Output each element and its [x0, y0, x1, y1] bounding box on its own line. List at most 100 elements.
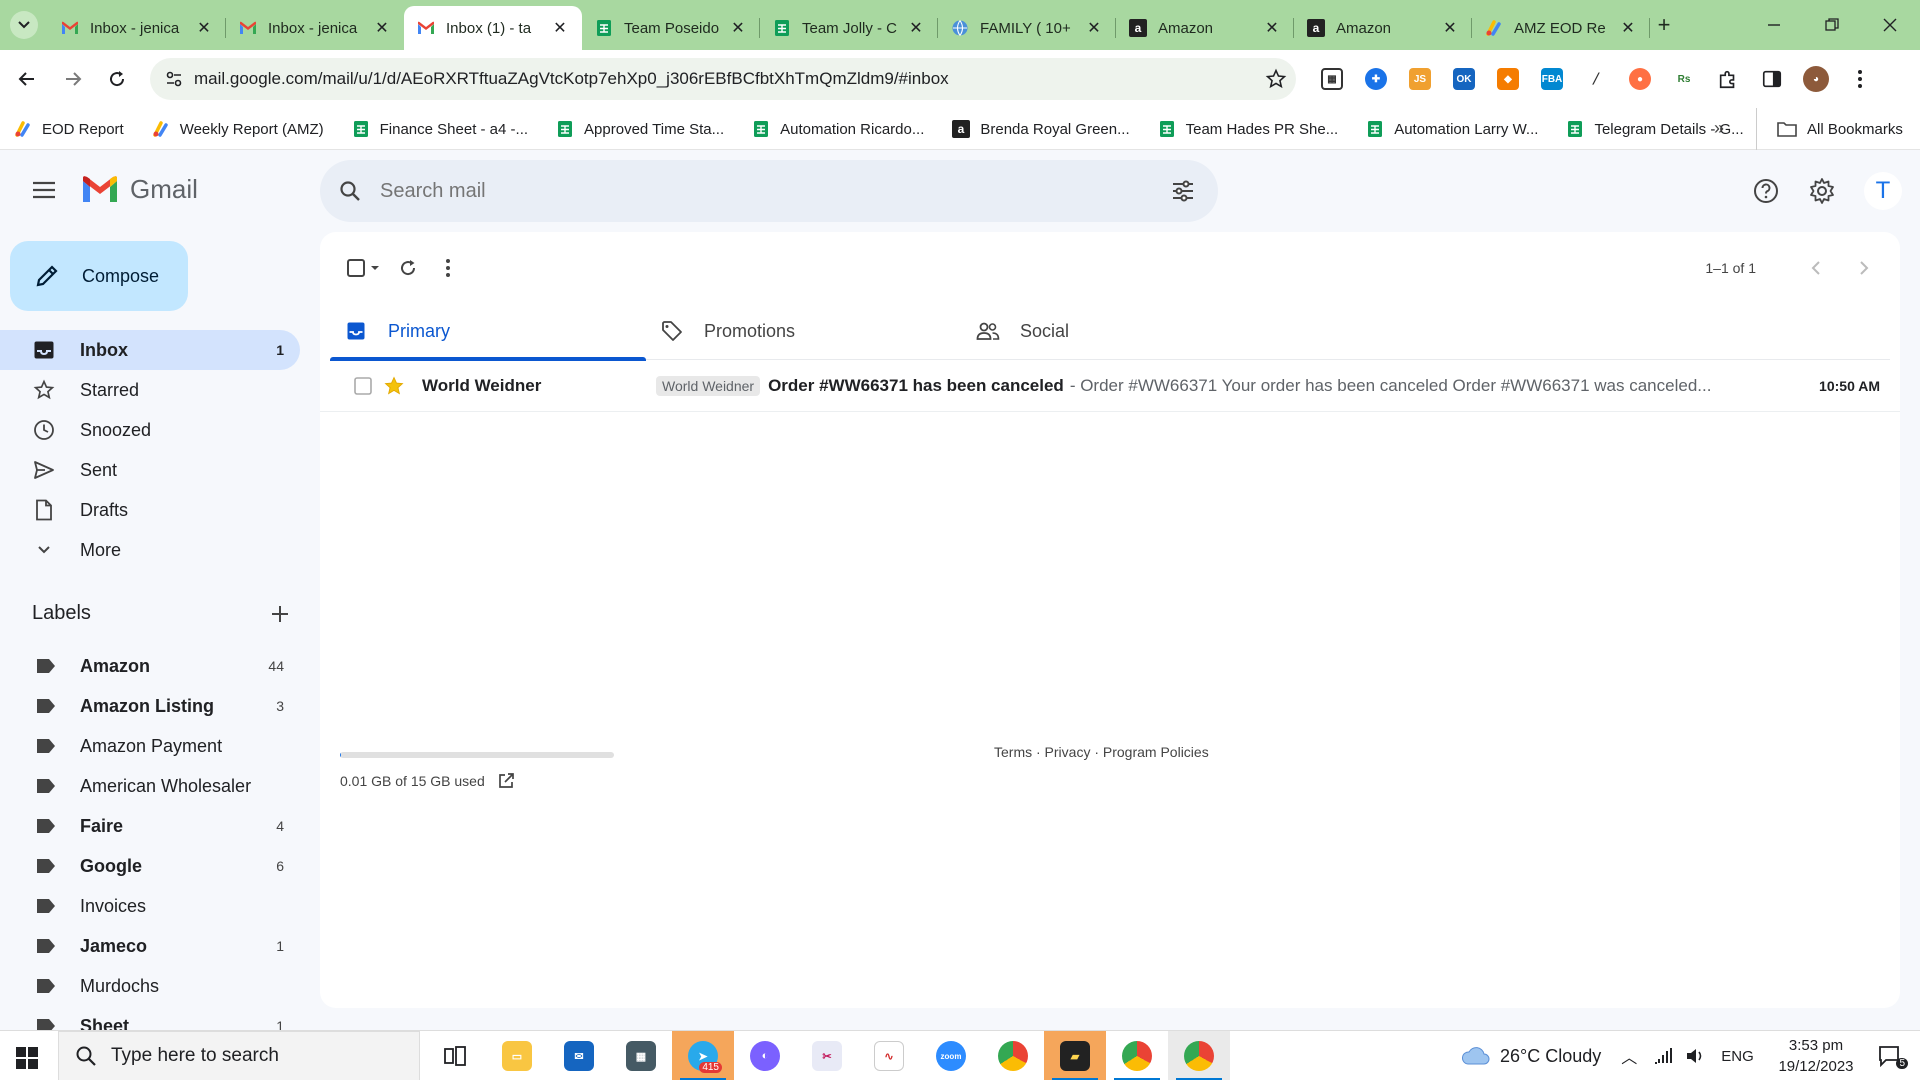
- bookmark-item[interactable]: Automation Ricardo...: [752, 120, 924, 138]
- sticky-notes-icon[interactable]: ▰: [1044, 1031, 1106, 1080]
- label-item[interactable]: Invoices: [0, 886, 300, 926]
- email-row[interactable]: World Weidner World Weidner Order #WW663…: [320, 360, 1900, 412]
- close-tab-icon[interactable]: ✕: [1440, 18, 1460, 38]
- label-item[interactable]: Amazon Listing 3: [0, 686, 300, 726]
- nav-item-snoozed[interactable]: Snoozed: [0, 410, 300, 450]
- bookmark-item[interactable]: Automation Larry W...: [1366, 120, 1538, 138]
- qr-code-extension-icon[interactable]: ▦: [1316, 63, 1348, 95]
- label-item[interactable]: Murdochs: [0, 966, 300, 1006]
- close-tab-icon[interactable]: ✕: [906, 18, 926, 38]
- more-vert-icon[interactable]: [1844, 63, 1876, 95]
- email-row-checkbox[interactable]: [320, 376, 372, 395]
- file-explorer-icon[interactable]: ▭: [486, 1031, 548, 1080]
- bookmark-item[interactable]: a Brenda Royal Green...: [952, 120, 1130, 138]
- reload-button[interactable]: [102, 64, 132, 94]
- forward-button[interactable]: [58, 64, 88, 94]
- settings-gear-icon[interactable]: [1804, 173, 1840, 209]
- copilot-icon[interactable]: ◐: [734, 1031, 796, 1080]
- label-item[interactable]: Amazon 44: [0, 646, 300, 686]
- search-input[interactable]: [380, 179, 1148, 203]
- gmail-logo[interactable]: Gmail: [80, 174, 198, 205]
- search-options-icon[interactable]: [1148, 180, 1218, 202]
- new-tab-button[interactable]: +: [1650, 11, 1678, 39]
- nav-item-drafts[interactable]: Drafts: [0, 490, 300, 530]
- label-item[interactable]: Google 6: [0, 846, 300, 886]
- label-item[interactable]: Jameco 1: [0, 926, 300, 966]
- main-menu-button[interactable]: [28, 174, 60, 206]
- bookmark-item[interactable]: Team Hades PR She...: [1158, 120, 1338, 138]
- newer-page-button[interactable]: [1796, 248, 1836, 288]
- minimize-button[interactable]: [1754, 9, 1794, 41]
- bookmarks-overflow-icon[interactable]: »: [1714, 118, 1724, 139]
- nav-item-starred[interactable]: Starred: [0, 370, 300, 410]
- close-window-button[interactable]: [1870, 9, 1910, 41]
- bookmark-item[interactable]: EOD Report: [14, 120, 124, 138]
- address-bar[interactable]: mail.google.com/mail/u/1/d/AEoRXRTftuaZA…: [150, 58, 1296, 100]
- taskbar-clock[interactable]: 3:53 pm 19/12/2023: [1766, 1035, 1866, 1077]
- browser-tab[interactable]: Team Poseido ✕: [582, 6, 760, 50]
- restore-button[interactable]: [1812, 9, 1852, 41]
- close-tab-icon[interactable]: ✕: [194, 18, 214, 38]
- blue-circle-extension-icon[interactable]: ✚: [1360, 63, 1392, 95]
- start-button[interactable]: [10, 1041, 44, 1075]
- support-help-icon[interactable]: [1748, 173, 1784, 209]
- task-view-icon[interactable]: [424, 1031, 486, 1080]
- email-label-chip[interactable]: World Weidner: [656, 375, 761, 396]
- browser-tab[interactable]: Inbox (1) - ta ✕: [404, 6, 582, 50]
- bookmark-item[interactable]: Finance Sheet - a4 -...: [352, 120, 528, 138]
- network-icon[interactable]: [1653, 1047, 1673, 1065]
- nav-item-more[interactable]: More: [0, 530, 300, 570]
- bookmark-item[interactable]: Approved Time Sta...: [556, 120, 724, 138]
- tab-primary[interactable]: Primary: [330, 302, 646, 361]
- calculator-icon[interactable]: ▦: [610, 1031, 672, 1080]
- browser-tab[interactable]: Team Jolly - C ✕: [760, 6, 938, 50]
- notification-center-icon[interactable]: 5: [1870, 1041, 1910, 1071]
- url-text[interactable]: mail.google.com/mail/u/1/d/AEoRXRTftuaZA…: [194, 69, 1256, 89]
- browser-tab[interactable]: Inbox - jenica ✕: [48, 6, 226, 50]
- nav-item-inbox[interactable]: Inbox 1: [0, 330, 300, 370]
- close-tab-icon[interactable]: ✕: [1262, 18, 1282, 38]
- bookmark-star-icon[interactable]: [1256, 68, 1296, 90]
- star-icon[interactable]: [372, 375, 416, 397]
- footer-links[interactable]: Terms · Privacy · Program Policies: [994, 744, 1209, 760]
- close-tab-icon[interactable]: ✕: [1618, 18, 1638, 38]
- browser-tab[interactable]: a Amazon ✕: [1294, 6, 1472, 50]
- volume-icon[interactable]: [1685, 1047, 1705, 1065]
- tab-social[interactable]: Social: [962, 302, 1278, 360]
- compose-button[interactable]: Compose: [10, 241, 188, 311]
- refresh-button[interactable]: [388, 248, 428, 288]
- older-page-button[interactable]: [1844, 248, 1884, 288]
- tab-promotions[interactable]: Promotions: [646, 302, 962, 360]
- search-icon[interactable]: [320, 179, 380, 203]
- browser-tab[interactable]: Inbox - jenica ✕: [226, 6, 404, 50]
- browser-tab[interactable]: FAMILY ( 10+ ✕: [938, 6, 1116, 50]
- close-tab-icon[interactable]: ✕: [372, 18, 392, 38]
- add-label-plus-icon[interactable]: [270, 604, 290, 624]
- account-avatar[interactable]: T: [1864, 172, 1902, 210]
- tab-search-button[interactable]: [10, 11, 38, 39]
- telegram-icon[interactable]: ➤ 415: [672, 1031, 734, 1080]
- select-all-checkbox[interactable]: [340, 248, 388, 288]
- bookmark-item[interactable]: Weekly Report (AMZ): [152, 120, 324, 138]
- chrome-profile-2-icon[interactable]: [1168, 1031, 1230, 1080]
- chrome-profile-icon[interactable]: [1106, 1031, 1168, 1080]
- close-tab-icon[interactable]: ✕: [1084, 18, 1104, 38]
- zoom-icon[interactable]: zoom: [920, 1031, 982, 1080]
- show-hidden-icons-icon[interactable]: ︿: [1621, 1044, 1637, 1068]
- orange-circle-extension-icon[interactable]: ●: [1624, 63, 1656, 95]
- side-panel-icon[interactable]: [1756, 63, 1788, 95]
- all-bookmarks-button[interactable]: All Bookmarks: [1756, 108, 1903, 150]
- pen-extension-icon[interactable]: ╱: [1580, 63, 1612, 95]
- search-bar[interactable]: [320, 160, 1218, 222]
- close-tab-icon[interactable]: ✕: [728, 18, 748, 38]
- browser-tab[interactable]: a Amazon ✕: [1116, 6, 1294, 50]
- label-item[interactable]: American Wholesaler: [0, 766, 300, 806]
- puzzle-extensions-icon[interactable]: [1712, 63, 1744, 95]
- profile-avatar-icon[interactable]: ◕: [1800, 63, 1832, 95]
- language-indicator[interactable]: ENG: [1721, 1048, 1754, 1065]
- honey-extension-icon[interactable]: ◆: [1492, 63, 1524, 95]
- nav-item-sent[interactable]: Sent: [0, 450, 300, 490]
- more-options-button[interactable]: [428, 248, 468, 288]
- activity-monitor-icon[interactable]: ∿: [858, 1031, 920, 1080]
- mail-app-icon[interactable]: ✉: [548, 1031, 610, 1080]
